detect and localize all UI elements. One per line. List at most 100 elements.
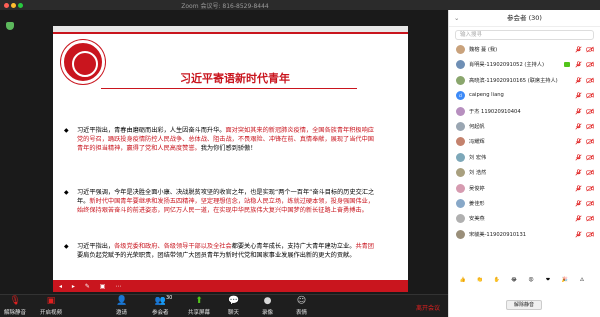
camera-off-icon[interactable] (586, 123, 594, 130)
participant-row[interactable]: 高晓滨-119020910165 (联席主持人) (449, 73, 600, 88)
camera-off-icon[interactable] (586, 46, 594, 53)
camera-off-icon[interactable] (586, 138, 594, 145)
camera-off-icon[interactable] (586, 185, 594, 192)
meeting-view: 习近平寄语新时代青年 习近平指出，青春由磨砺而出彩，人生因奋斗而升华。面对突如其… (0, 10, 448, 292)
avatar (456, 214, 465, 224)
start-video-button[interactable]: ▣ 开启视频 (40, 296, 62, 316)
camera-off-icon[interactable] (586, 231, 594, 238)
party-icon[interactable]: 🎉 (559, 277, 571, 283)
screen-share-indicator-icon (564, 62, 570, 68)
microphone-muted-icon[interactable] (575, 107, 582, 115)
unmute-button[interactable]: 🎙 解除静音 (4, 296, 26, 316)
record-button[interactable]: ● 录像 (262, 296, 273, 316)
avatar (456, 106, 465, 116)
reactions-label: 表情 (296, 310, 308, 316)
microphone-muted-icon[interactable] (575, 200, 582, 207)
microphone-muted-icon[interactable] (575, 138, 582, 145)
share-screen-button[interactable]: ⬆ 共享屏幕 (188, 296, 210, 316)
microphone-muted-icon[interactable] (575, 77, 582, 84)
participant-name: 刘 宏伟 (469, 154, 487, 161)
participant-row[interactable]: 吴俊婷 (449, 181, 600, 196)
slide-header-band (53, 26, 408, 34)
participant-name: caipeng liang (469, 92, 504, 99)
avatar (456, 60, 465, 70)
camera-off-icon[interactable] (586, 92, 594, 99)
microphone-muted-icon[interactable] (575, 215, 582, 222)
participant-name: 刘 浩然 (469, 170, 487, 177)
participant-row[interactable]: 宋毓美-119020910131 (449, 227, 600, 242)
meeting-toolbar: 🎙 解除静音 ▣ 开启视频 👤 邀请 👥 30 参会者 ⬆ 共享屏幕 💬 聊天 … (0, 294, 448, 317)
record-label: 录像 (262, 310, 274, 316)
participant-row[interactable]: 肖明昊-11902091052 (主持人) (449, 57, 600, 72)
chat-button[interactable]: 💬 聊天 (228, 296, 239, 316)
participant-list: 魏榕 蔓 (我) 肖明昊-11902091052 (主持人) 高晓滨-1190209… (449, 42, 600, 242)
chat-icon: 💬 (228, 296, 240, 306)
participant-row[interactable]: 于杰 119020910404 (449, 104, 600, 119)
participant-row[interactable]: 何起帆 (449, 119, 600, 134)
leave-meeting-button[interactable]: 离开会议 (416, 303, 440, 312)
avatar (456, 121, 465, 131)
slide-title-underline (101, 88, 357, 89)
participant-row[interactable]: cl caipeng liang (449, 88, 600, 103)
para1-text-end: 我为你们感到骄傲！ (200, 145, 257, 152)
participants-icon: 👥 (154, 296, 166, 306)
chevron-down-icon[interactable]: ⌄ (454, 10, 459, 27)
warning-icon[interactable]: ⚠ (576, 277, 588, 283)
microphone-muted-icon[interactable] (575, 169, 582, 176)
para3-text-2: 都要关心青年成长，支持广大青年建功立业。 (231, 243, 356, 250)
slide-footer-band: ◂ ▸ ✎ ▣ ⋯ (53, 280, 408, 292)
para3-highlight-2: 共青团 (355, 243, 374, 250)
slide-paragraph-3: 习近平指出，各级党委和政府、各级领导干部以及全社会都要关心青年成长，支持广大青年… (64, 242, 377, 260)
laugh-icon[interactable]: 😂 (508, 277, 520, 283)
camera-off-icon[interactable] (586, 77, 594, 84)
microphone-muted-icon[interactable] (575, 61, 582, 68)
participant-row[interactable]: 魏榕 蔓 (我) (449, 42, 600, 57)
microphone-muted-icon[interactable] (575, 231, 582, 238)
para3-text: 习近平指出， (77, 243, 115, 250)
participant-row[interactable]: 刘 浩然 (449, 165, 600, 180)
surprised-icon[interactable]: 😮 (525, 277, 537, 283)
participant-name: 高晓滨-119020910165 (联席主持人) (469, 77, 558, 84)
unmute-all-button[interactable]: 解除静音 (506, 300, 542, 310)
participant-name: 安美燕 (469, 216, 485, 223)
avatar (456, 152, 465, 162)
slide-controls[interactable]: ◂ ▸ ✎ ▣ ⋯ (59, 283, 125, 290)
raise-hand-icon[interactable]: ✋ (491, 277, 503, 283)
heart-icon[interactable]: ❤ (542, 277, 554, 283)
shield-icon[interactable] (6, 22, 14, 30)
participant-row[interactable]: 冯耀辉 (449, 134, 600, 149)
para2-highlight: 新时代中国青年要继承和发扬五四精神，坚定理想信念，站稳人民立场，练就过硬本领，投… (77, 198, 374, 214)
microphone-muted-icon[interactable] (575, 184, 582, 192)
camera-off-icon[interactable] (586, 154, 594, 161)
camera-off-icon[interactable] (586, 200, 594, 207)
participant-name: 冯耀辉 (469, 139, 485, 146)
para3-text-3: 要肩负起党赋予的光荣职责，团结带领广大团员青年为新时代党和国家事业发展作出新的更… (77, 252, 356, 259)
microphone-muted-icon[interactable] (575, 123, 582, 130)
participant-search-input[interactable]: 输入搜寻 (455, 30, 594, 40)
camera-off-icon[interactable] (586, 169, 594, 176)
microphone-muted-icon[interactable] (575, 92, 582, 99)
record-icon: ● (263, 296, 272, 306)
microphone-muted-icon[interactable] (575, 154, 582, 161)
microphone-muted-icon[interactable] (575, 46, 582, 53)
avatar (456, 183, 465, 193)
participant-row[interactable]: 刘 宏伟 (449, 150, 600, 165)
avatar (456, 45, 465, 54)
clap-icon[interactable]: 👏 (474, 277, 486, 283)
camera-off-icon[interactable] (586, 108, 594, 115)
participant-name: 肖明昊-11902091052 (主持人) (469, 62, 544, 69)
participant-name: 何起帆 (469, 123, 485, 130)
para1-text: 习近平指出，青春由磨砺而出彩，人生因奋斗而升华。 (77, 127, 226, 134)
thumbs-up-icon[interactable]: 👍 (457, 277, 469, 283)
chat-label: 聊天 (228, 310, 240, 316)
camera-off-icon[interactable] (586, 61, 594, 68)
camera-off-icon[interactable] (586, 215, 594, 222)
shared-slide: 习近平寄语新时代青年 习近平指出，青春由磨砺而出彩，人生因奋斗而升华。面对突如其… (53, 26, 408, 292)
invite-label: 邀请 (116, 310, 128, 316)
reactions-button[interactable]: ☺ 表情 (296, 296, 307, 316)
invite-button[interactable]: 👤 邀请 (116, 296, 127, 316)
participant-row[interactable]: 姜佳形 (449, 196, 600, 211)
participant-row[interactable]: 安美燕 (449, 211, 600, 226)
participants-button[interactable]: 👥 30 参会者 (152, 295, 172, 316)
participant-name: 宋毓美-119020910131 (469, 231, 527, 238)
